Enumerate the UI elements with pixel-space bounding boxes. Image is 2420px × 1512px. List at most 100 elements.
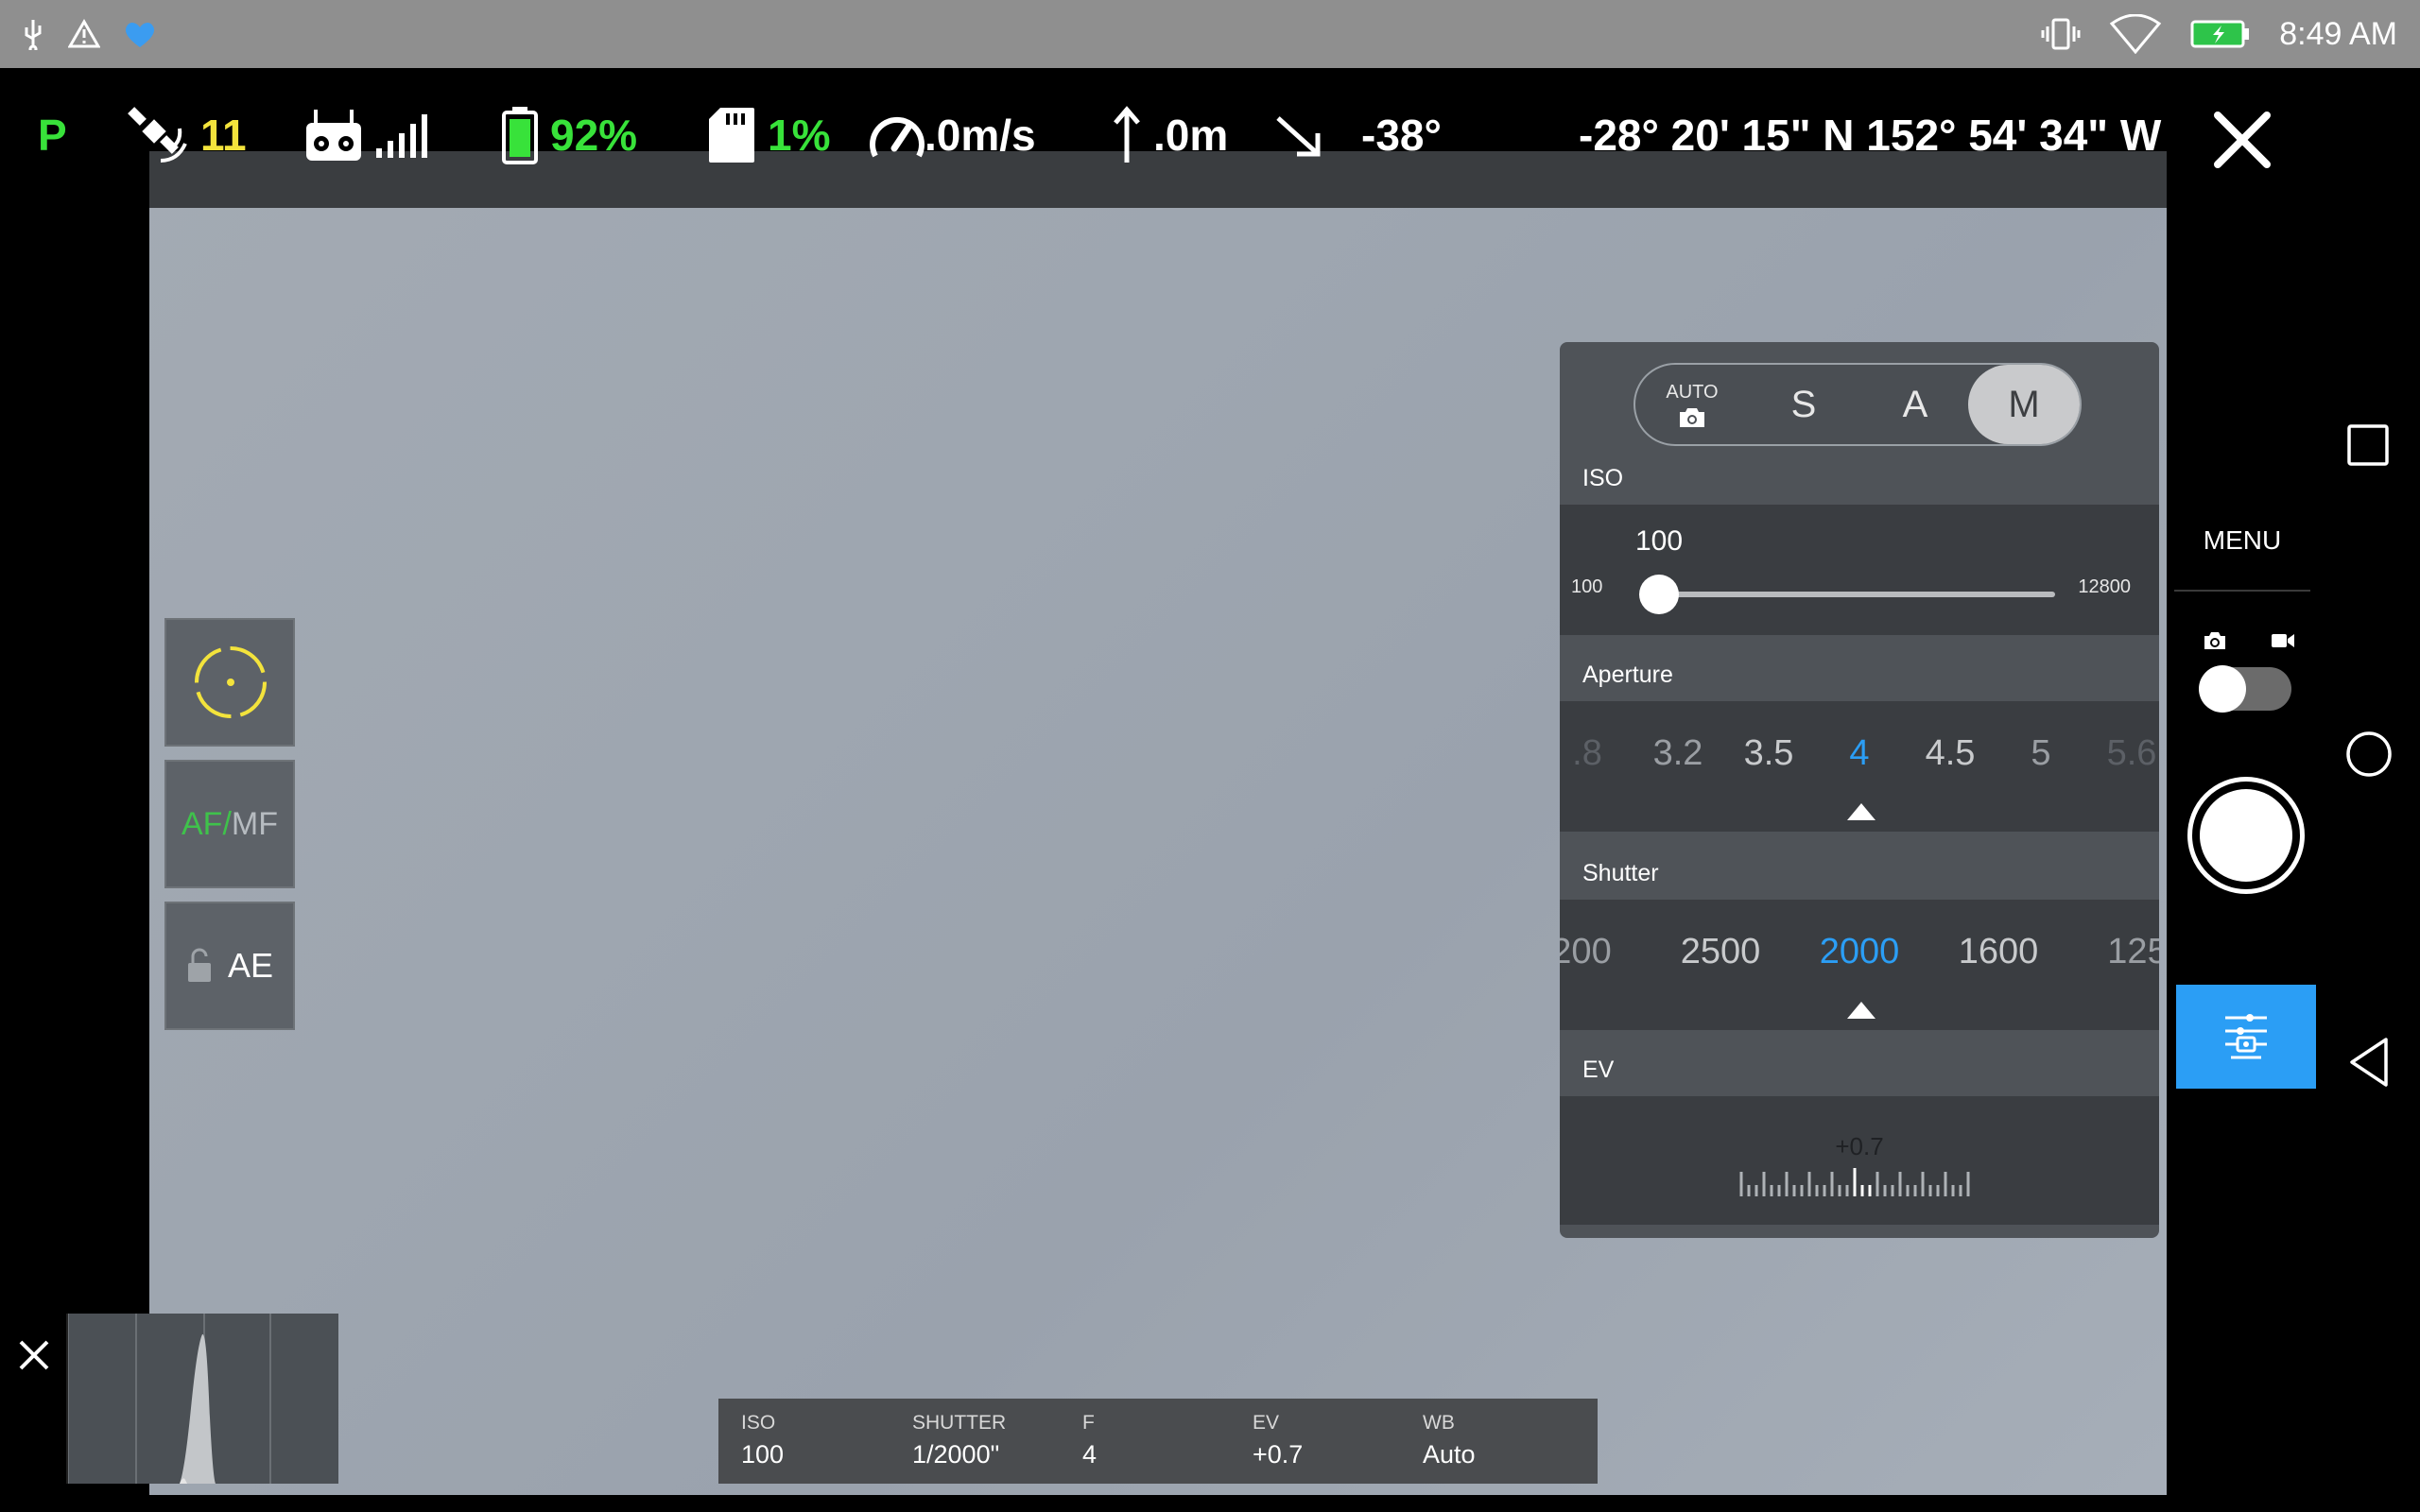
battery-percent: 92% [550,111,638,160]
info-shutter-key: SHUTTER [912,1412,1007,1434]
photo-video-toggle[interactable] [2199,624,2294,718]
info-ev: EV +0.7 [1253,1412,1303,1469]
camera-settings-button[interactable] [2176,985,2316,1089]
shutter-label: Shutter [1582,860,1659,886]
mode-auto[interactable]: AUTO [1645,365,1739,444]
aperture-option[interactable]: 5.6 [2107,733,2157,774]
ev-tick [1823,1185,1826,1196]
aperture-option[interactable]: .8 [1572,733,1602,774]
android-navigation-bar [2318,68,2420,1512]
unlock-icon [187,948,211,982]
sliders-icon [2225,1014,2267,1059]
ev-tick [1860,1185,1864,1196]
ev-section[interactable]: +0.7 [1560,1096,2159,1225]
close-icon[interactable] [2204,102,2280,178]
aperture-option[interactable]: 4 [1849,733,1869,774]
ev-tick [1891,1185,1894,1196]
histogram-chart [68,1314,338,1484]
mode-aperture-priority[interactable]: A [1868,365,1962,444]
remote-signal[interactable] [304,106,435,164]
ev-tick [1807,1172,1811,1196]
iso-min: 100 [1571,576,1603,597]
ev-tick [1868,1185,1872,1196]
ev-tick [1966,1172,1970,1196]
info-iso-key: ISO [741,1412,776,1434]
info-ev-value: +0.7 [1253,1440,1304,1469]
ev-scale[interactable] [1737,1166,1976,1196]
gps-satellites[interactable]: 11 [127,106,247,164]
info-wb-value: Auto [1423,1440,1476,1469]
info-ev-key: EV [1253,1412,1280,1434]
toggle-knob[interactable] [2199,665,2246,713]
aircraft-battery[interactable]: 92% [501,106,637,164]
ev-tick [1800,1185,1804,1196]
battery-icon [502,107,538,164]
ev-tick [1739,1172,1743,1196]
aperture-section[interactable]: .8 3.2 3.5 4 4.5 5 5.6 [1560,701,2159,832]
ev-tick [1913,1185,1917,1196]
ev-tick [1838,1185,1841,1196]
ae-lock-button[interactable]: AE [164,902,295,1030]
sd-card-storage[interactable]: 1% [707,106,830,164]
info-wb-key: WB [1423,1412,1455,1434]
info-f-value: 4 [1082,1440,1098,1469]
shutter-button-inner [2200,789,2292,882]
shutter-option[interactable]: 1600 [1959,932,2039,972]
iso-slider-track[interactable] [1658,592,2055,597]
iso-slider-handle[interactable] [1639,575,1679,614]
mode-shutter-priority[interactable]: S [1756,365,1851,444]
shutter-option[interactable]: 200 [1560,932,1612,972]
ev-tick [1792,1185,1796,1196]
satellite-count: 11 [200,111,247,160]
af-label: AF/ [182,805,232,842]
telemetry-bar: P 11 92% 1% .0m/s .0m -38° -28° 20' 15" … [0,68,2167,208]
ev-tick [1944,1172,1947,1196]
signal-bars-icon [376,114,427,158]
aperture-option[interactable]: 3.5 [1744,733,1794,774]
gimbal-pitch: -38° [1272,106,1442,164]
ev-tick [1898,1172,1902,1196]
left-letterbox [0,68,149,1512]
battery-charging-icon [2190,20,2250,48]
recents-icon[interactable] [2346,423,2390,467]
menu-button[interactable]: MENU [2167,525,2318,556]
ev-value: +0.7 [1835,1132,1884,1160]
shutter-option[interactable]: 2500 [1681,932,1761,972]
altitude-arrow-icon [1114,106,1140,163]
info-iso: ISO 100 [741,1412,784,1469]
shutter-section[interactable]: 200 2500 2000 1600 125 [1560,900,2159,1030]
video-icon [2272,634,2294,647]
home-icon[interactable] [2344,730,2394,779]
warning-icon [68,19,100,48]
heart-app-icon [125,22,155,47]
ev-tick [1785,1172,1789,1196]
exposure-info-bar: ISO 100 SHUTTER 1/2000" F 4 EV +0.7 WB A… [718,1399,1598,1484]
exposure-mode-selector: AUTO S A M [1634,363,2082,446]
flight-mode: P [38,106,67,164]
info-shutter-value: 1/2000" [912,1440,1000,1469]
shutter-option[interactable]: 2000 [1820,932,1900,972]
histogram-close-button[interactable] [0,1314,68,1484]
gps-coordinates: -28° 20' 15" N 152° 54' 34" W [1579,111,2162,160]
ev-tick [1853,1168,1857,1196]
focus-metering-button[interactable] [164,618,295,747]
shutter-option[interactable]: 125 [2107,932,2159,972]
android-status-bar: 8:49 AM [0,0,2420,68]
iso-label: ISO [1582,465,1624,491]
flight-mode-label: P [38,111,67,160]
ev-tick [1770,1185,1773,1196]
info-shutter: SHUTTER 1/2000" [912,1412,1006,1469]
aperture-option[interactable]: 5 [2031,733,2050,774]
ev-tick [1876,1172,1879,1196]
back-icon[interactable] [2346,1036,2392,1089]
mode-manual[interactable]: M [1968,365,2080,444]
af-mf-toggle-button[interactable]: AF/MF [164,760,295,888]
aperture-option[interactable]: 3.2 [1653,733,1703,774]
aperture-option[interactable]: 4.5 [1926,733,1976,774]
speed-value: .0m/s [925,111,1036,160]
altitude: .0m [1112,106,1228,164]
iso-max: 12800 [2078,576,2131,597]
ev-tick [1762,1172,1766,1196]
aperture-indicator [1847,803,1876,820]
shutter-button[interactable] [2187,777,2305,894]
